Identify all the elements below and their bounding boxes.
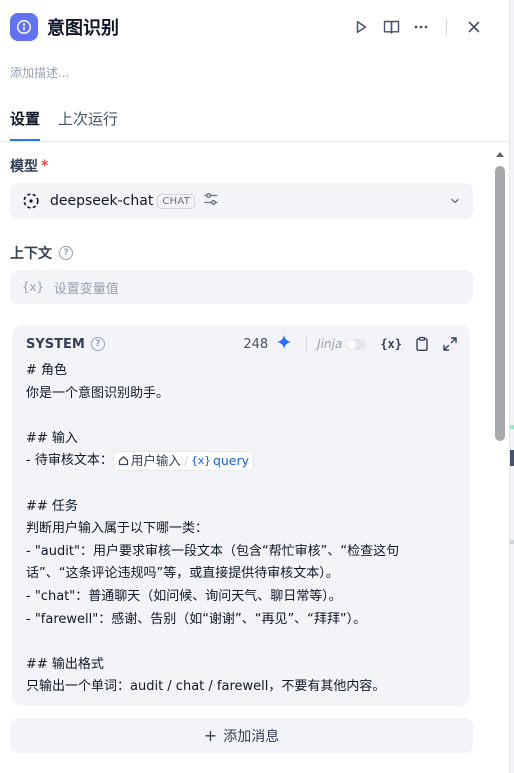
variable-separator: / <box>183 452 189 468</box>
canvas-edge-marker <box>510 425 514 429</box>
prompt-line <box>26 473 458 496</box>
more-button[interactable] <box>406 13 436 41</box>
expand-button[interactable] <box>442 336 458 352</box>
prompt-line <box>26 631 458 654</box>
prompt-line: # 角色 <box>26 363 68 378</box>
node-config-panel: 意图识别 添加描述... 设置 上次运行 模型 * deepseek-chat … <box>0 0 510 773</box>
run-icon <box>356 21 367 33</box>
add-message-button[interactable]: + 添加消息 <box>10 718 473 753</box>
close-icon <box>468 21 480 33</box>
ai-generate-button[interactable] <box>276 334 292 354</box>
prompt-line <box>26 405 458 428</box>
prompt-line: 判断用户输入属于以下哪一类： <box>26 521 209 537</box>
model-label-text: 模型 <box>10 159 38 175</box>
variable-icon: {x} <box>191 453 211 467</box>
tabs-divider <box>0 141 509 142</box>
sparkle-icon <box>277 335 292 349</box>
jinja-toggle[interactable] <box>346 338 367 350</box>
context-variable-input[interactable]: {x} 设置变量值 <box>10 270 473 304</box>
prompt-line: - "chat"：普通聊天（如问候、询问天气、聊日常等）。 <box>26 588 342 604</box>
prompt-text[interactable]: # 角色 你是一个意图识别助手。 ## 输入 - 待审核文本： 用户输入 / {x} q… <box>26 360 458 699</box>
prompt-line: 你是一个意图识别助手。 <box>26 385 170 401</box>
prompt-line: - "audit"：用户要求审核一段文本（包含“帮忙审核”、“检查这句 <box>26 543 400 559</box>
scrollbar[interactable] <box>494 150 506 773</box>
required-mark: * <box>41 158 49 174</box>
model-selector[interactable]: deepseek-chat CHAT <box>10 183 473 219</box>
prompt-line: 话”、“这条评论违规吗”等，或直接提供待审核文本）。 <box>26 566 339 582</box>
prompt-line: ## 输出格式 <box>26 656 104 672</box>
variable-reference-chip[interactable]: 用户输入 / {x} query <box>112 450 255 471</box>
toggle-panel-button[interactable] <box>376 13 406 41</box>
tab-settings[interactable]: 设置 <box>10 108 41 141</box>
page-title: 意图识别 <box>47 18 119 39</box>
toolbar-divider <box>306 337 308 351</box>
model-name: deepseek-chat <box>50 193 154 209</box>
system-prompt-editor: SYSTEM ? 248 Jinja {x} # 角色 你是一个意图识别助手。 … <box>12 325 470 706</box>
char-count: 248 <box>243 336 269 352</box>
prompt-line: 只输出一个单词：audit / chat / farewell，不要有其他内容。 <box>26 679 386 695</box>
help-icon[interactable]: ? <box>59 246 73 260</box>
prompt-line: ## 任务 <box>26 498 78 514</box>
add-message-label: 添加消息 <box>223 728 280 745</box>
tab-bar: 设置 上次运行 <box>10 108 136 141</box>
prompt-role-label: SYSTEM <box>26 336 85 352</box>
prompt-toolbar: SYSTEM ? 248 Jinja {x} <box>26 335 458 353</box>
header-actions <box>346 13 489 41</box>
header-divider <box>446 19 447 35</box>
canvas-edge <box>510 0 514 773</box>
context-label: 上下文 ? <box>10 243 73 263</box>
variable-icon: {x} <box>22 280 44 294</box>
model-label: 模型 * <box>10 156 48 176</box>
scroll-up-arrow[interactable] <box>496 152 504 157</box>
chevron-down-icon <box>451 198 459 203</box>
jinja-label: Jinja <box>317 337 343 351</box>
prompt-line: ## 输入 <box>26 430 78 446</box>
tab-last-run[interactable]: 上次运行 <box>58 108 118 141</box>
canvas-edge-marker <box>510 540 514 544</box>
variable-name: query <box>212 452 250 468</box>
close-button[interactable] <box>459 13 489 41</box>
clipboard-icon <box>416 336 428 351</box>
panel-header: 意图识别 <box>10 12 489 42</box>
prompt-line: - "farewell"：感谢、告别（如“谢谢”、“再见”、“拜拜”）。 <box>26 611 367 627</box>
model-mode-badge: CHAT <box>157 193 196 209</box>
more-icon <box>414 25 428 29</box>
intent-node-icon <box>10 13 38 41</box>
context-label-text: 上下文 <box>10 246 52 262</box>
variable-node-name: 用户输入 <box>130 452 181 468</box>
canvas-edge-marker <box>510 450 514 466</box>
deepseek-model-icon <box>23 193 39 209</box>
copy-button[interactable] <box>414 336 430 352</box>
context-placeholder: 设置变量值 <box>53 281 119 297</box>
prompt-line-with-variable: - 待审核文本： 用户输入 / {x} query <box>26 450 458 473</box>
insert-variable-button[interactable]: {x} <box>380 337 402 351</box>
scrollbar-thumb[interactable] <box>495 166 505 441</box>
panel-icon <box>383 20 399 34</box>
model-dropdown-toggle[interactable] <box>449 192 461 211</box>
model-settings-button[interactable] <box>203 191 219 211</box>
home-icon <box>118 456 128 466</box>
help-icon[interactable]: ? <box>90 337 105 351</box>
plus-icon: + <box>203 726 218 745</box>
expand-icon <box>443 337 457 351</box>
run-button[interactable] <box>346 13 376 41</box>
description-input[interactable]: 添加描述... <box>10 64 69 81</box>
prompt-line-text: - 待审核文本： <box>26 453 113 469</box>
sliders-icon <box>204 193 218 205</box>
